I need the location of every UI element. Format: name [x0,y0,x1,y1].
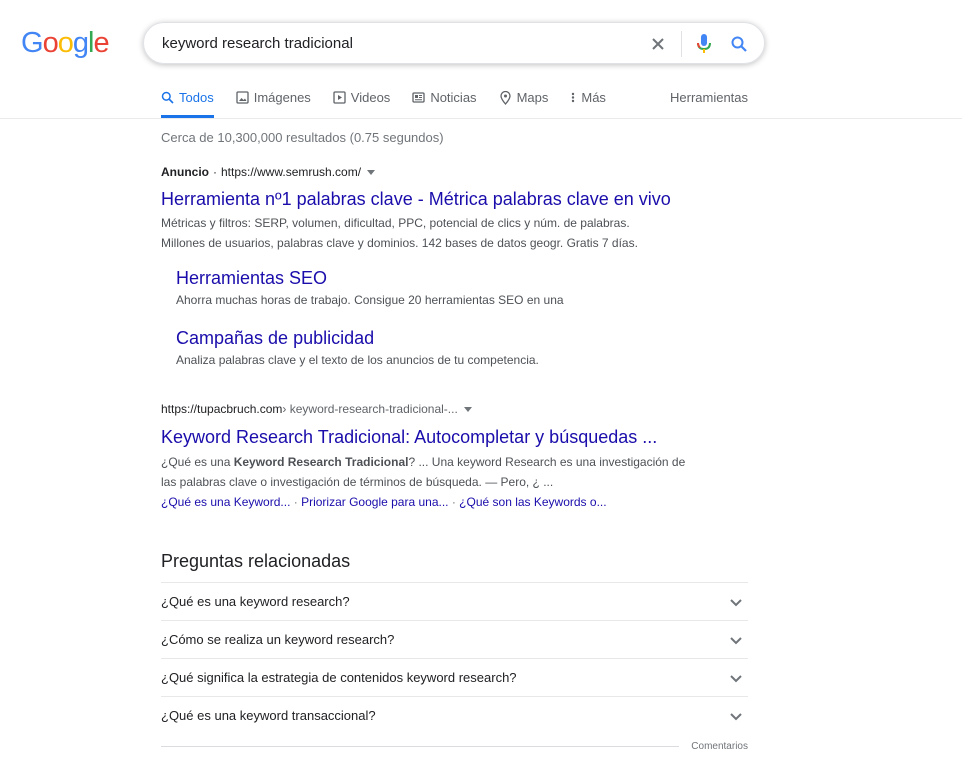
tab-label: Más [581,90,606,105]
chevron-down-icon [730,598,742,606]
tab-label: Maps [516,90,549,105]
result-deep-links: ¿Qué es una Keyword... · Priorizar Googl… [161,492,721,512]
tab-mas[interactable]: Más [570,90,606,118]
related-question[interactable]: ¿Cómo se realiza un keyword research? [161,620,748,658]
logo-letter: G [21,27,44,59]
related-question[interactable]: ¿Qué significa la estrategia de contenid… [161,658,748,696]
related-questions: Preguntas relacionadas ¿Qué es una keywo… [161,548,748,752]
organic-result: https://tupacbruch.com › keyword-researc… [161,401,721,512]
google-logo[interactable]: Google [21,27,110,59]
sitelink-title-link[interactable]: Campañas de publicidad [176,327,736,349]
deep-link[interactable]: Priorizar Google para una... [301,495,448,509]
deep-link-separator: · [290,495,302,509]
question-text: ¿Qué es una keyword transaccional? [161,708,376,723]
ad-sitelink: Herramientas SEO Ahorra muchas horas de … [176,267,736,310]
search-icon[interactable] [728,31,750,57]
chevron-down-icon[interactable] [367,169,376,175]
tab-label: Todos [179,90,214,105]
snippet-text: ¿Qué es una [161,455,234,469]
microphone-icon[interactable] [694,31,714,57]
logo-letter: o [42,27,59,59]
ad-url[interactable]: https://www.semrush.com/ [221,164,361,180]
tab-imagenes[interactable]: Imágenes [236,90,311,118]
ad-description: Métricas y filtros: SERP, volumen, dific… [161,213,761,253]
more-vert-icon [572,92,575,103]
tab-todos[interactable]: Todos [161,90,214,118]
related-question[interactable]: ¿Qué es una keyword transaccional? [161,696,748,734]
logo-letter: o [57,27,74,59]
header-divider [0,118,962,119]
map-pin-icon [499,91,511,105]
related-question[interactable]: ¿Qué es una keyword research? [161,582,748,620]
sitelink-description: Analiza palabras clave y el texto de los… [176,353,539,367]
search-tabs: Todos Imágenes Videos Noticias Maps Más [161,90,628,118]
chevron-down-icon [730,712,742,720]
question-text: ¿Qué es una keyword research? [161,594,350,609]
ad-label: Anuncio [161,165,209,179]
deep-link-separator: · [448,495,460,509]
question-text: ¿Qué significa la estrategia de contenid… [161,670,517,685]
search-icon [161,91,174,104]
tab-maps[interactable]: Maps [499,90,549,118]
logo-letter: g [72,27,89,59]
tab-noticias[interactable]: Noticias [412,90,477,118]
deep-link[interactable]: ¿Qué es una Keyword... [161,495,290,509]
chevron-down-icon [730,674,742,682]
logo-letter: e [93,27,109,59]
feedback-divider [161,746,680,747]
image-icon [236,91,249,104]
ad-result: Anuncio · https://www.semrush.com/ Herra… [161,164,761,253]
deep-link[interactable]: ¿Qué son las Keywords o... [459,495,606,509]
news-icon [412,92,425,103]
result-snippet: ¿Qué es una Keyword Research Tradicional… [161,452,701,492]
ad-separator: · [213,165,217,179]
chevron-down-icon[interactable] [463,406,472,412]
search-box-divider [681,31,682,57]
tools-button[interactable]: Herramientas [670,90,748,105]
result-breadcrumb: › keyword-research-tradicional-... [282,402,458,416]
tab-label: Noticias [430,90,477,105]
tab-label: Videos [350,90,391,105]
related-questions-title: Preguntas relacionadas [161,551,351,571]
result-domain[interactable]: https://tupacbruch.com [161,401,282,417]
snippet-bold: Keyword Research Tradicional [233,455,409,469]
ad-sitelink: Campañas de publicidad Analiza palabras … [176,327,736,370]
tab-videos[interactable]: Videos [333,90,391,118]
result-stats: Cerca de 10,300,000 resultados (0.75 seg… [161,130,444,145]
result-title-link[interactable]: Keyword Research Tradicional: Autocomple… [161,425,721,449]
question-text: ¿Cómo se realiza un keyword research? [161,632,395,647]
clear-icon[interactable] [645,31,671,57]
video-icon [333,91,346,104]
feedback-link[interactable]: Comentarios [691,741,748,752]
search-input[interactable] [162,34,632,52]
search-box [143,22,765,64]
chevron-down-icon [730,636,742,644]
ad-title-link[interactable]: Herramienta nº1 palabras clave - Métrica… [161,187,761,211]
tab-label: Imágenes [253,90,311,105]
sitelink-title-link[interactable]: Herramientas SEO [176,267,736,289]
ad-description-line: Millones de usuarios, palabras clave y d… [161,236,638,250]
sitelink-description: Ahorra muchas horas de trabajo. Consigue… [176,293,564,307]
ad-description-line: Métricas y filtros: SERP, volumen, dific… [161,216,630,230]
